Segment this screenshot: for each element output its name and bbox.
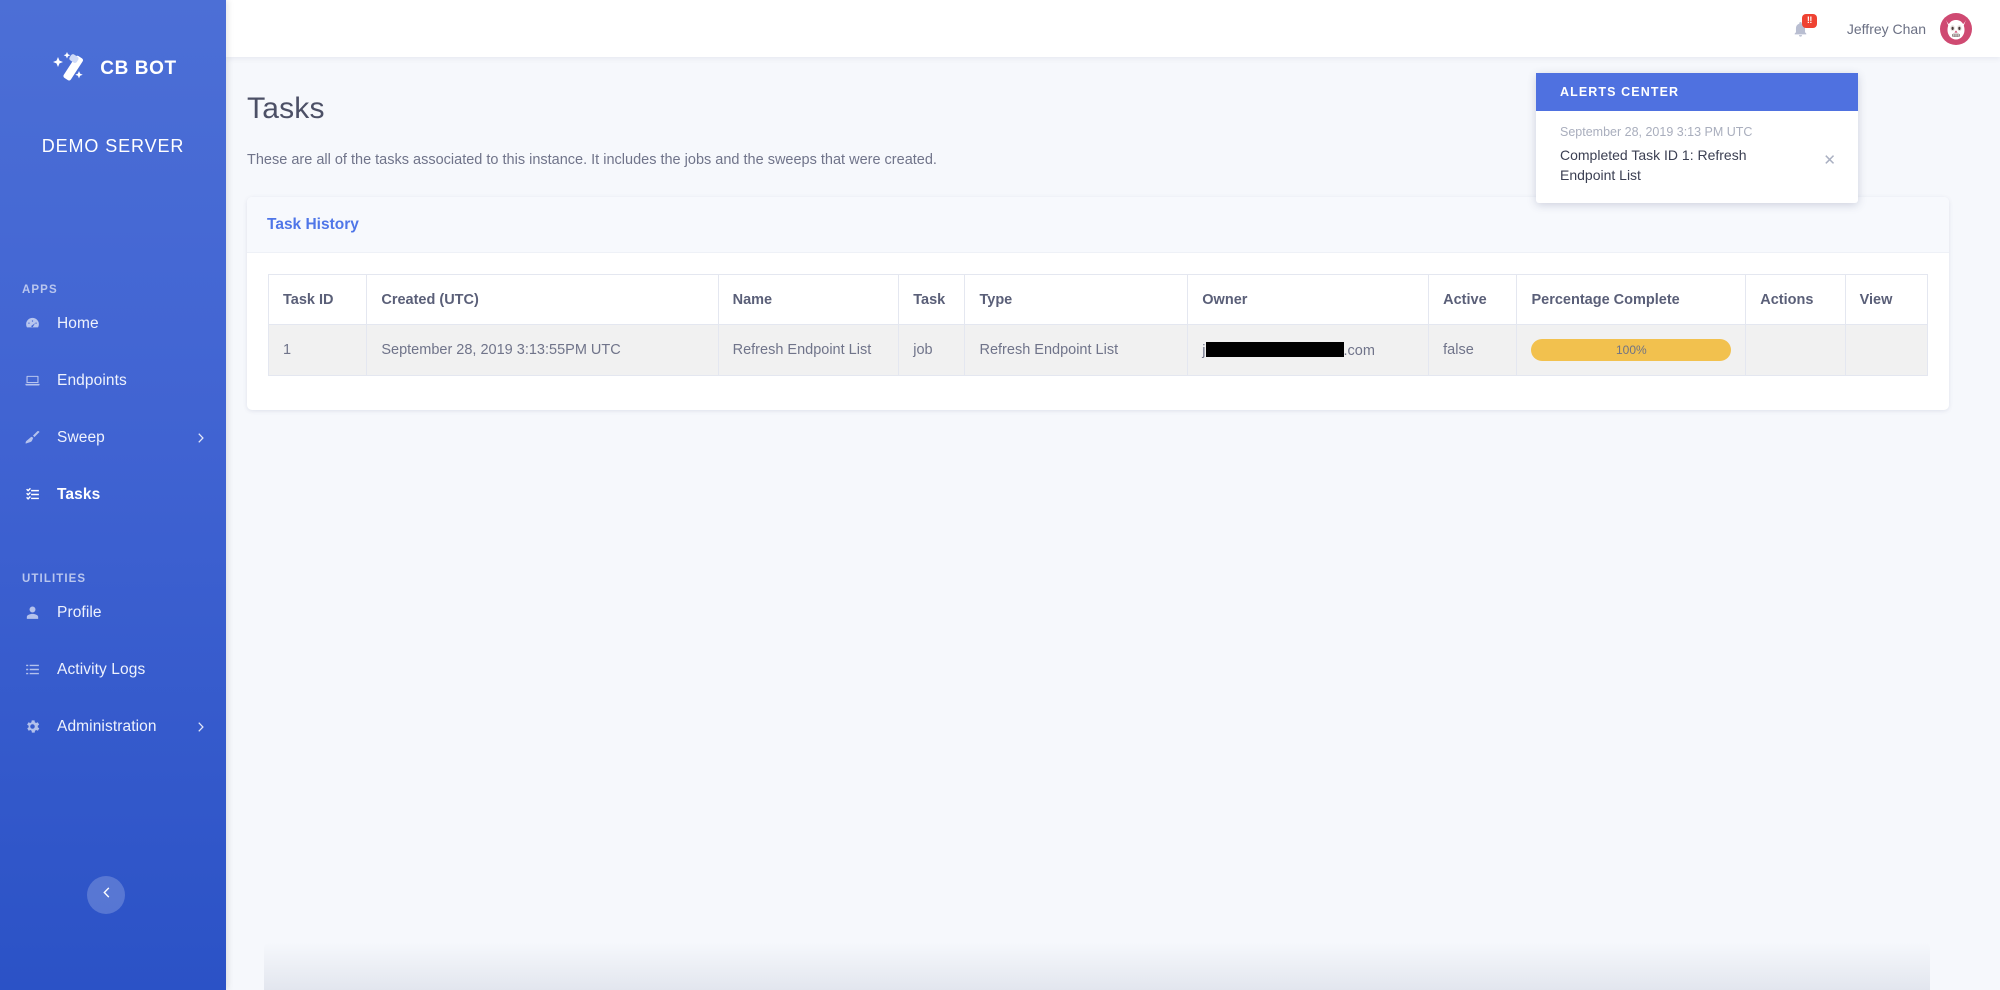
chevron-left-icon [100, 886, 113, 904]
sidebar-item-label: Administration [57, 717, 157, 735]
column-header-type[interactable]: Type [964, 274, 1189, 325]
avatar[interactable] [1940, 12, 1972, 45]
topbar: !! Jeffrey Chan [226, 0, 2000, 57]
sidebar-item-home[interactable]: Home [0, 305, 226, 342]
column-header-actions[interactable]: Actions [1745, 274, 1846, 325]
column-header-active[interactable]: Active [1428, 274, 1518, 325]
sidebar-item-label: Home [57, 314, 99, 332]
checklist-icon [22, 485, 42, 505]
sidebar-item-label: Profile [57, 603, 102, 621]
nav-section-utilities-title: UTILITIES [22, 573, 87, 585]
laptop-icon [22, 371, 42, 391]
cell-type: Refresh Endpoint List [964, 324, 1189, 376]
notification-badge: !! [1801, 13, 1817, 28]
card-header: Task History [247, 197, 1949, 253]
footer-shade [264, 942, 1930, 990]
dashboard-icon [22, 314, 42, 334]
cell-task-id: 1 [267, 324, 368, 376]
brand-name: CB BOT [100, 58, 177, 79]
progress-bar: 100% [1531, 339, 1732, 361]
table-row[interactable]: 1 September 28, 2019 3:13:55PM UTC Refre… [267, 324, 1929, 376]
cell-view[interactable] [1844, 324, 1929, 376]
sidebar-item-profile[interactable]: Profile [0, 594, 226, 631]
cell-active: false [1428, 324, 1518, 376]
sidebar-item-endpoints[interactable]: Endpoints [0, 362, 226, 399]
cell-task: job [898, 324, 966, 376]
tasks-table: Task ID Created (UTC) Name Task Type Own… [267, 274, 1929, 376]
server-name: DEMO SERVER [41, 136, 185, 156]
sidebar-item-sweep[interactable]: Sweep [0, 419, 226, 456]
magic-wand-icon [49, 49, 89, 89]
alert-timestamp: September 28, 2019 3:13 PM UTC [1560, 125, 1753, 139]
column-header-view[interactable]: View [1844, 274, 1929, 325]
list-icon [22, 660, 42, 680]
chevron-right-icon[interactable] [194, 432, 206, 444]
column-header-name[interactable]: Name [717, 274, 900, 325]
main-area: !! Jeffrey Chan Tasks These are all of t… [226, 0, 2000, 990]
table-header-row: Task ID Created (UTC) Name Task Type Own… [267, 274, 1929, 325]
sidebar-item-label: Sweep [57, 428, 105, 446]
notifications-button[interactable]: !! [1792, 13, 1817, 43]
broom-icon [22, 428, 42, 448]
nav-list-utilities: Profile Activity Logs Administration [0, 594, 226, 745]
nav-section-apps-title: APPS [22, 284, 58, 296]
redaction-bar [1205, 341, 1344, 357]
bell-icon [1792, 21, 1809, 43]
gear-icon [22, 717, 42, 737]
cell-owner: j .com [1187, 324, 1430, 376]
task-history-card: Task History Task ID Created (UTC) Name … [247, 197, 1949, 410]
column-header-task[interactable]: Task [898, 274, 966, 325]
sidebar-item-tasks[interactable]: Tasks [0, 476, 226, 513]
column-header-task-id[interactable]: Task ID [267, 274, 368, 325]
column-header-created[interactable]: Created (UTC) [366, 274, 719, 325]
sidebar-item-label: Activity Logs [57, 660, 146, 678]
cell-actions[interactable] [1745, 324, 1846, 376]
brand[interactable]: CB BOT [0, 0, 226, 89]
sidebar-item-label: Tasks [57, 485, 101, 503]
sidebar-item-activity-logs[interactable]: Activity Logs [0, 651, 226, 688]
close-icon[interactable]: ✕ [1823, 151, 1836, 169]
chevron-right-icon[interactable] [194, 721, 206, 733]
nav-list-apps: Home Endpoints Sweep Tasks [0, 305, 226, 513]
table-head: Task ID Created (UTC) Name Task Type Own… [267, 274, 1929, 325]
alerts-center-title: ALERTS CENTER [1536, 73, 1858, 111]
sidebar-item-label: Endpoints [57, 371, 127, 389]
column-header-owner[interactable]: Owner [1187, 274, 1430, 325]
alert-item[interactable]: September 28, 2019 3:13 PM UTC Completed… [1536, 111, 1858, 203]
alert-message: Completed Task ID 1: Refresh Endpoint Li… [1560, 147, 1747, 183]
owner-suffix: .com [1343, 342, 1375, 359]
user-name: Jeffrey Chan [1846, 20, 1926, 37]
card-body: Task ID Created (UTC) Name Task Type Own… [247, 253, 1949, 410]
sidebar: CB BOT DEMO SERVER APPS Home Endpoints S… [0, 0, 226, 990]
cell-name: Refresh Endpoint List [717, 324, 900, 376]
user-icon [22, 603, 42, 623]
card-title: Task History [267, 216, 359, 233]
sidebar-collapse-button[interactable] [87, 876, 125, 914]
table-body: 1 September 28, 2019 3:13:55PM UTC Refre… [267, 324, 1929, 376]
alerts-center-panel: ALERTS CENTER September 28, 2019 3:13 PM… [1536, 73, 1858, 203]
progress-label: 100% [1616, 343, 1647, 357]
app-root: CB BOT DEMO SERVER APPS Home Endpoints S… [0, 0, 2000, 990]
column-header-percentage[interactable]: Percentage Complete [1516, 274, 1747, 325]
sidebar-item-administration[interactable]: Administration [0, 708, 226, 745]
cell-created: September 28, 2019 3:13:55PM UTC [366, 324, 719, 376]
cell-percentage: 100% [1516, 324, 1747, 376]
